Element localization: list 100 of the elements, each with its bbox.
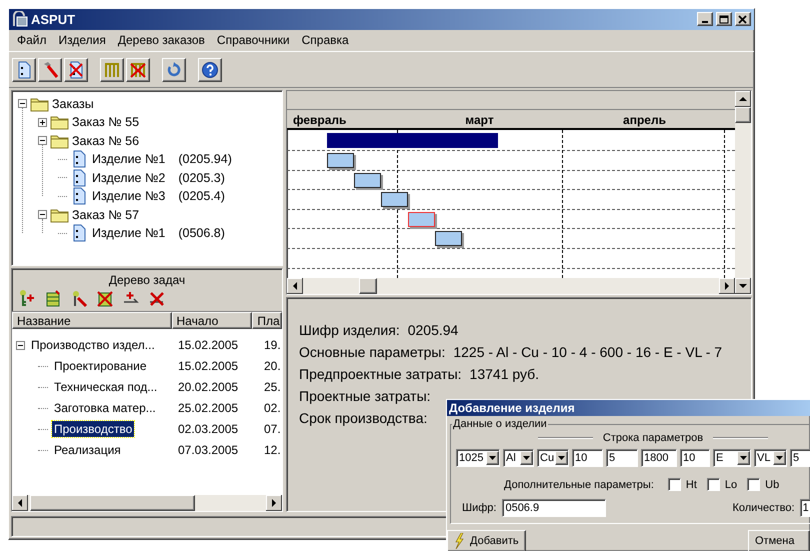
- table-cell-text: 02.: [263, 401, 281, 416]
- table-cell-text: 19.: [263, 338, 281, 352]
- wrench-icon: [70, 290, 88, 308]
- input-field[interactable]: 5: [790, 449, 810, 467]
- combo-box[interactable]: VL: [754, 449, 787, 467]
- task-name[interactable]: Заготовка матер...: [52, 400, 158, 416]
- toolbar-button[interactable]: [100, 58, 124, 82]
- maximize-button[interactable]: [716, 12, 732, 26]
- item-code: (0205.4): [178, 189, 225, 204]
- item-code: (0506.8): [178, 226, 225, 240]
- menu-item[interactable]: Файл: [11, 33, 53, 48]
- table-cell-text: 15.02.2005: [177, 338, 240, 352]
- tree-item[interactable]: Изделие №3: [92, 189, 166, 204]
- task-bar[interactable]: [381, 192, 408, 208]
- task-name[interactable]: Техническая под...: [52, 379, 160, 396]
- input-field[interactable]: 0506.9: [502, 499, 606, 517]
- crossed-bars-icon: [129, 60, 147, 79]
- tree-item[interactable]: Заказ № 55: [72, 115, 140, 130]
- tree-item[interactable]: Изделие №1: [92, 152, 166, 166]
- input-field[interactable]: 10: [680, 449, 710, 467]
- dialog-title: Добавление изделия: [447, 400, 810, 416]
- task-name[interactable]: Реализация: [52, 442, 123, 458]
- tree-item[interactable]: Изделие №1: [92, 226, 166, 240]
- task-name[interactable]: Производство издел...: [29, 337, 157, 354]
- toolbar-button[interactable]: [198, 58, 222, 82]
- task-bar[interactable]: [327, 153, 354, 168]
- combo-box[interactable]: 1025: [456, 449, 500, 467]
- input-field[interactable]: 5: [606, 449, 638, 467]
- toolbar-button[interactable]: [126, 58, 150, 82]
- tree-item[interactable]: Заказ № 57: [72, 208, 140, 222]
- table-cell-text: 02.03.2005: [177, 422, 240, 436]
- refresh-icon: [165, 60, 183, 79]
- table-cell-text: 20.02.2005: [177, 380, 240, 394]
- dropdown-arrow-icon: [740, 456, 747, 460]
- detail-label: Основные параметры:: [299, 344, 446, 362]
- horizontal-scrollbar[interactable]: [12, 495, 282, 512]
- group-title: Данные о изделии: [452, 418, 548, 430]
- cross-arrow-icon: [148, 290, 166, 308]
- window-title: ASPUT: [31, 12, 76, 27]
- minus-box-icon[interactable]: [18, 99, 27, 108]
- tree-item[interactable]: Заказы: [52, 96, 94, 111]
- scroll-thumb[interactable]: [359, 278, 377, 294]
- detail-label: Проектные затраты:: [299, 388, 431, 406]
- toolbar-button[interactable]: [12, 58, 36, 82]
- checkbox[interactable]: [706, 478, 720, 491]
- input-field[interactable]: 1800: [641, 449, 677, 467]
- dropdown-arrow-icon: [558, 456, 565, 460]
- menu-item[interactable]: Справка: [296, 33, 355, 48]
- input-field[interactable]: 10: [572, 449, 603, 467]
- month-label: апрель: [622, 112, 667, 128]
- checkbox-label: Lo: [724, 478, 738, 490]
- combo-box[interactable]: Cu: [537, 449, 569, 467]
- table-cell-text: 07.03.2005: [177, 443, 240, 458]
- task-name[interactable]: Производство: [52, 421, 134, 438]
- detail-label: Срок производства:: [299, 410, 428, 428]
- minus-box-icon[interactable]: [38, 136, 47, 146]
- table-cell-text: 25.: [263, 380, 281, 394]
- field-label: Количество:: [732, 502, 795, 514]
- column-header[interactable]: Пла: [252, 312, 282, 330]
- horizontal-scrollbar[interactable]: [287, 278, 735, 294]
- detail-label: Шифр изделия:: [299, 322, 400, 340]
- combo-box[interactable]: E: [713, 449, 751, 467]
- item-code: (0205.3): [178, 170, 225, 185]
- vertical-scrollbar[interactable]: [735, 91, 751, 294]
- field-label: Дополнительные параметры:: [504, 478, 654, 490]
- plus-box-icon[interactable]: [38, 118, 47, 127]
- table-cell-text: 07.: [263, 422, 281, 436]
- close-button[interactable]: [735, 12, 751, 26]
- input-field[interactable]: 1: [800, 499, 810, 517]
- scroll-thumb[interactable]: [735, 107, 751, 124]
- summary-bar[interactable]: [327, 133, 498, 148]
- cancel-button[interactable]: Отмена: [748, 530, 810, 551]
- item-code: (0205.94): [178, 152, 232, 166]
- minimize-icon: [702, 21, 708, 24]
- tree-item[interactable]: Заказ № 56: [72, 134, 140, 148]
- menu-item[interactable]: Справочники: [210, 33, 296, 48]
- column-header[interactable]: Название: [12, 312, 172, 330]
- task-bar[interactable]: [354, 172, 381, 188]
- key-plus-icon: [18, 290, 36, 308]
- toolbar-button[interactable]: [38, 58, 62, 82]
- detail-value: 0205.94: [408, 322, 458, 340]
- menu-item[interactable]: Изделия: [52, 33, 112, 48]
- toolbar-button[interactable]: [162, 58, 186, 82]
- task-bar[interactable]: [435, 231, 462, 246]
- combo-box[interactable]: Al: [503, 449, 534, 467]
- checkbox[interactable]: [668, 478, 681, 491]
- menu-item[interactable]: Дерево заказов: [112, 33, 211, 48]
- column-header[interactable]: Начало: [172, 312, 252, 330]
- task-name[interactable]: Проектирование: [52, 358, 148, 374]
- checkbox[interactable]: [747, 478, 760, 491]
- minus-box-icon[interactable]: [16, 340, 25, 350]
- minimize-button[interactable]: [697, 12, 713, 26]
- add-button[interactable]: Добавить: [447, 530, 526, 551]
- tree-item[interactable]: Изделие №2: [92, 170, 166, 185]
- toolbar-button[interactable]: [64, 58, 88, 82]
- dropdown-arrow-icon: [523, 456, 530, 460]
- close-icon: [738, 14, 748, 24]
- scroll-thumb[interactable]: [30, 495, 195, 512]
- month-label: март: [464, 112, 495, 128]
- minus-box-icon[interactable]: [38, 210, 47, 220]
